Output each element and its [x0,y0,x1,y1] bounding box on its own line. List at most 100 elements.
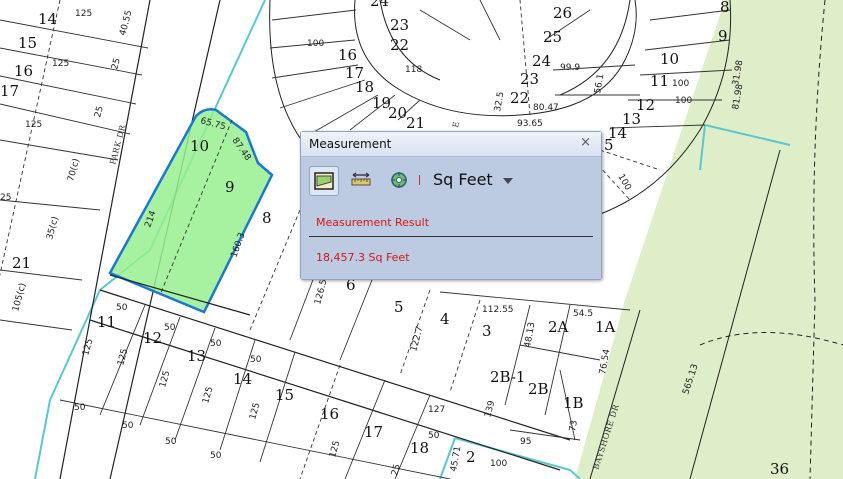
svg-text:9: 9 [718,27,728,45]
lower-lot-lines [59,304,451,479]
cul-de-sac-street-label: E [451,121,461,129]
svg-text:12: 12 [143,329,162,347]
area-tool-button[interactable] [309,166,339,196]
svg-text:93.65: 93.65 [517,119,543,129]
svg-text:22: 22 [390,36,409,54]
svg-text:122.7: 122.7 [409,325,425,352]
svg-text:10: 10 [660,50,679,68]
result-divider [309,236,593,237]
svg-text:11: 11 [97,313,116,331]
svg-text:100: 100 [490,459,507,469]
svg-text:125: 125 [158,370,172,389]
measurement-result-value: 18,457.3 Sq Feet [316,251,410,264]
svg-text:125: 125 [328,440,342,459]
svg-text:5: 5 [604,136,614,154]
svg-text:8: 8 [720,0,730,16]
svg-text:20: 20 [388,104,407,122]
location-tool-button[interactable] [385,166,413,194]
svg-text:50: 50 [210,339,222,349]
svg-text:50: 50 [116,303,128,313]
toolbar-separator [419,175,420,185]
svg-text:80.47: 80.47 [533,103,559,113]
svg-text:50: 50 [210,451,222,461]
measurement-dialog[interactable]: Measurement × Sq Feet Measurement Result… [300,131,602,280]
svg-text:118: 118 [405,65,422,75]
svg-text:1A: 1A [595,318,616,336]
close-icon[interactable]: × [580,135,591,150]
svg-text:22: 22 [510,89,529,107]
svg-text:17: 17 [0,82,19,100]
area-icon [314,172,334,190]
svg-text:23: 23 [520,70,539,88]
svg-text:2B: 2B [528,380,549,398]
svg-text:24: 24 [370,0,389,10]
svg-text:40.55: 40.55 [118,9,134,36]
svg-text:126.5: 126.5 [313,278,329,305]
distance-tool-button[interactable] [347,166,375,194]
location-icon [391,172,407,188]
svg-text:8: 8 [262,209,272,227]
svg-text:70(c): 70(c) [66,158,82,183]
svg-text:50: 50 [428,431,440,441]
measurement-dialog-body: Sq Feet Measurement Result 18,457.3 Sq F… [301,157,601,279]
svg-text:105(c): 105(c) [11,282,28,313]
svg-text:99.9: 99.9 [560,63,580,73]
svg-text:14: 14 [233,370,252,388]
measurement-dialog-header[interactable]: Measurement × [301,132,601,157]
svg-text:26: 26 [553,4,572,22]
svg-text:25: 25 [93,105,106,119]
svg-text:50: 50 [74,403,86,413]
svg-text:125: 125 [248,402,262,421]
svg-text:16: 16 [320,405,339,423]
measurement-dialog-title: Measurement [309,137,392,151]
svg-text:125: 125 [201,386,215,405]
measurement-result-label: Measurement Result [316,216,430,229]
svg-text:50: 50 [165,437,177,447]
svg-text:125: 125 [52,59,69,69]
svg-text:100: 100 [615,173,632,193]
svg-text:100: 100 [307,39,324,49]
svg-text:24: 24 [532,52,551,70]
svg-text:17: 17 [364,423,383,441]
svg-text:11: 11 [650,72,669,90]
chevron-down-icon[interactable] [503,178,513,184]
svg-text:100: 100 [672,79,689,89]
svg-text:50: 50 [122,421,134,431]
svg-text:125: 125 [81,338,95,357]
svg-text:36: 36 [770,460,789,478]
unit-dropdown[interactable]: Sq Feet [433,170,493,189]
svg-text:14: 14 [38,10,57,28]
svg-text:112.55: 112.55 [482,305,514,315]
svg-text:3: 3 [482,322,492,340]
svg-text:35(c): 35(c) [45,216,61,241]
svg-text:25: 25 [110,57,123,71]
svg-text:16: 16 [338,46,357,64]
svg-text:1B: 1B [563,394,584,412]
svg-text:2A: 2A [548,318,569,336]
svg-text:2: 2 [466,448,476,466]
svg-text:2B-1: 2B-1 [490,368,525,386]
svg-text:23: 23 [390,16,409,34]
svg-text:95: 95 [520,437,531,447]
svg-text:15: 15 [275,386,294,404]
svg-text:56.1: 56.1 [593,73,606,94]
svg-text:127: 127 [428,405,445,415]
svg-text:73: 73 [568,420,580,433]
svg-text:21: 21 [406,114,425,132]
svg-text:125: 125 [25,120,42,130]
svg-text:125: 125 [75,9,92,19]
svg-text:25: 25 [543,28,562,46]
svg-text:50: 50 [250,355,262,365]
svg-text:100: 100 [675,96,692,106]
svg-text:10: 10 [190,137,209,155]
svg-text:25: 25 [0,193,11,203]
svg-text:16: 16 [14,62,33,80]
svg-text:13: 13 [187,347,206,365]
svg-text:18: 18 [410,439,429,457]
ruler-icon [351,172,371,186]
svg-text:4: 4 [440,310,450,328]
svg-text:9: 9 [225,178,235,196]
svg-text:54.5: 54.5 [573,309,593,319]
svg-text:50: 50 [164,323,176,333]
svg-text:5: 5 [394,298,404,316]
